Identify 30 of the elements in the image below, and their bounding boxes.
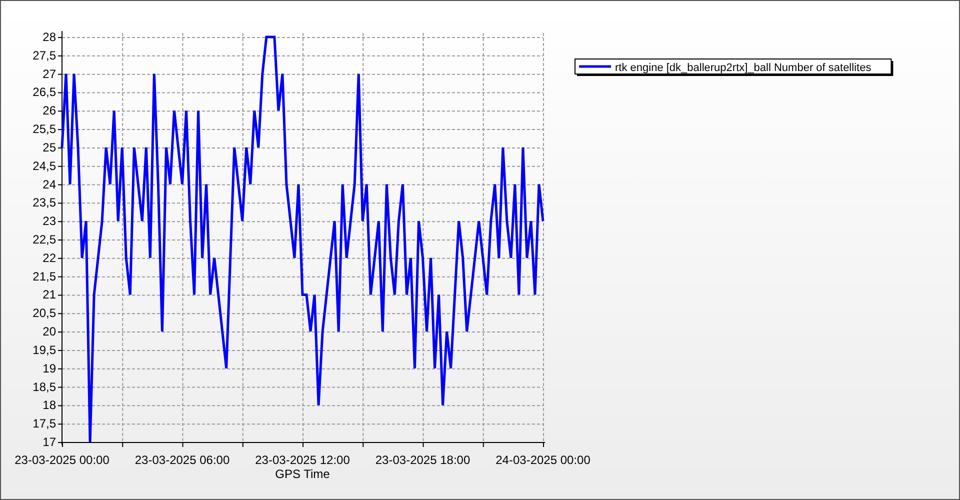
- y-tick-label: 22,5: [32, 232, 56, 246]
- y-tick-label: 17: [42, 435, 56, 449]
- y-tick-label: 19: [42, 361, 56, 376]
- y-tick-label: 17,5: [32, 416, 56, 431]
- x-tick-label: 23-03-2025 12:00: [255, 453, 350, 467]
- y-tick-label: 23,5: [32, 196, 56, 210]
- y-tick-label: 25: [42, 140, 56, 154]
- y-tick-label: 20,5: [32, 306, 56, 320]
- y-tick-label: 20: [42, 324, 56, 339]
- x-tick-label: 24-03-2025 00:00: [496, 453, 590, 467]
- axis-title: GPS Time: [275, 467, 330, 481]
- x-tick-label: 23-03-2025 18:00: [375, 453, 470, 467]
- y-tick-label: 25,5: [32, 122, 56, 136]
- y-tick-label: 27,5: [32, 48, 56, 62]
- y-tick-label: 21,5: [32, 269, 56, 284]
- x-tick-label: 23-03-2025 06:00: [134, 453, 230, 467]
- y-tick-label: 24,5: [32, 158, 56, 173]
- y-tick-label: 27: [42, 66, 56, 81]
- y-tick-label: 22: [42, 250, 56, 265]
- y-tick-label: 21: [42, 288, 56, 302]
- y-tick-label: 19,5: [32, 342, 56, 357]
- y-tick-label: 18,5: [32, 380, 56, 394]
- y-tick-label: 18: [42, 398, 56, 412]
- legend-label: rtk engine [dk_ballerup2rtx]_ball Number of satellites: [615, 62, 872, 74]
- x-tick-label: 23-03-2025 00:00: [14, 453, 110, 467]
- y-tick-label: 24: [42, 177, 56, 192]
- y-tick-label: 26,5: [32, 85, 56, 100]
- y-tick-label: 26: [42, 104, 56, 118]
- y-tick-label: 23: [42, 214, 56, 228]
- y-tick-label: 28: [42, 30, 56, 44]
